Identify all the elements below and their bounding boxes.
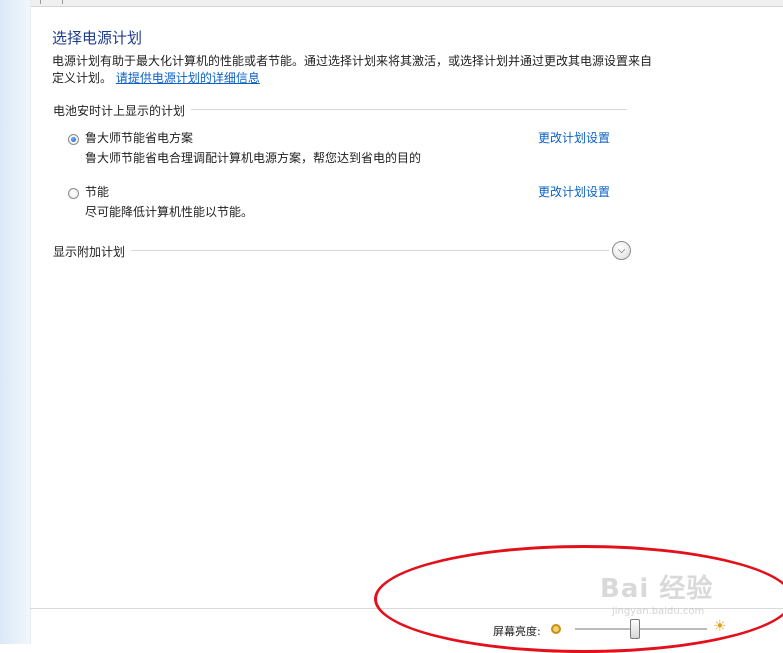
watermark-logo: Bai 经验 — [600, 574, 714, 604]
change-plan-settings-link[interactable]: 更改计划设置 — [538, 129, 610, 146]
brightness-slider-track[interactable] — [575, 628, 707, 631]
extra-plans-divider — [53, 250, 609, 251]
red-annotation-ellipse — [374, 545, 783, 653]
strip-tick — [62, 0, 63, 4]
sun-bright-icon: ☀ — [713, 617, 727, 635]
page-description: 电源计划有助于最大化计算机的性能或者节能。通过选择计划来将其激活，或选择计划并通… — [52, 53, 652, 87]
screen-brightness-label: 屏幕亮度: — [493, 625, 541, 638]
plan-desc-ludashi: 鲁大师节能省电合理调配计算机电源方案，帮您达到省电的目的 — [85, 151, 422, 165]
plan-desc-power-saver: 尽可能降低计算机性能以节能。 — [85, 205, 254, 219]
footer-divider — [30, 608, 783, 609]
brightness-slider-thumb[interactable] — [629, 619, 640, 639]
top-window-strip — [0, 0, 783, 7]
left-navigation-pane — [0, 0, 31, 644]
plan-name-power-saver[interactable]: 节能 — [85, 183, 109, 200]
plan-name-ludashi[interactable]: 鲁大师节能省电方案 — [85, 129, 193, 146]
page-title: 选择电源计划 — [52, 29, 143, 47]
show-additional-plans-label[interactable]: 显示附加计划 — [53, 243, 132, 260]
plan-radio-ludashi[interactable] — [68, 134, 79, 145]
chevron-down-icon[interactable]: ⌵ — [612, 241, 631, 260]
change-plan-settings-link[interactable]: 更改计划设置 — [538, 183, 610, 200]
plan-radio-power-saver[interactable] — [68, 188, 79, 199]
power-plan-details-link[interactable]: 请提供电源计划的详细信息 — [116, 71, 260, 85]
sun-dim-icon — [551, 624, 561, 634]
battery-section-label: 电池安时计上显示的计划 — [53, 102, 192, 119]
strip-tick — [40, 0, 41, 4]
